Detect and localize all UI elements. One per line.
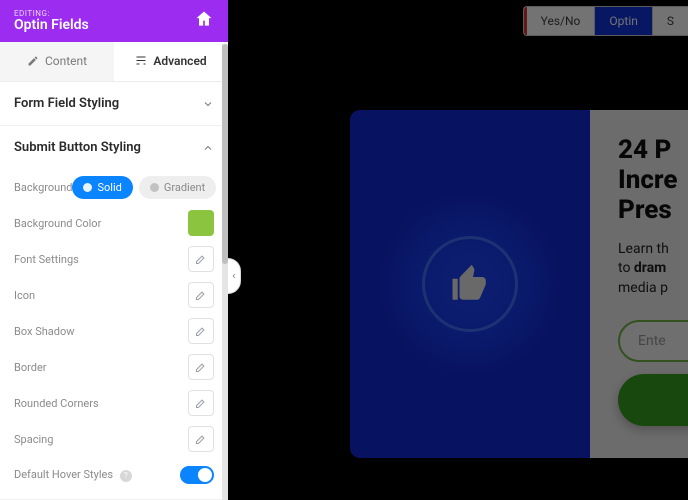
sidebar-tabs: Content Advanced <box>0 42 228 82</box>
edit-font-settings-button[interactable] <box>188 246 214 272</box>
edit-icon-button[interactable] <box>188 282 214 308</box>
thumbs-ring <box>422 236 518 332</box>
row-border: Border <box>14 349 214 385</box>
row-box-shadow: Box Shadow <box>14 313 214 349</box>
sidebar-header: EDITING: Optin Fields <box>0 0 228 42</box>
row-label: Background <box>14 181 72 194</box>
email-field[interactable]: Ente <box>618 320 688 362</box>
background-segmented: Solid Gradient <box>72 176 216 199</box>
row-icon: Icon <box>14 277 214 313</box>
row-rounded-corners: Rounded Corners <box>14 385 214 421</box>
tab-advanced-label: Advanced <box>153 54 206 68</box>
row-label: Spacing <box>14 433 53 446</box>
edit-box-shadow-button[interactable] <box>188 318 214 344</box>
row-label: Font Settings <box>14 253 79 266</box>
background-option-gradient[interactable]: Gradient <box>139 176 216 199</box>
step-tab-yesno[interactable]: Yes/No <box>524 7 596 35</box>
default-hover-styles-toggle[interactable] <box>180 466 214 484</box>
row-label: Default Hover Styles ? <box>14 468 132 482</box>
chevron-left-icon <box>230 271 238 281</box>
tab-advanced[interactable]: Advanced <box>114 42 228 81</box>
pencil-icon <box>195 397 207 409</box>
option-label: Gradient <box>164 181 205 194</box>
row-label: Rounded Corners <box>14 397 99 410</box>
row-label: Border <box>14 361 47 374</box>
step-tab-label: S <box>667 14 674 28</box>
pencil-icon <box>195 433 207 445</box>
row-background: Background Solid Gradient <box>14 169 214 205</box>
preview-canvas: Yes/No Optin S 24 P Incre Pres <box>228 0 688 500</box>
modal-title: 24 P Incre Pres <box>618 136 688 226</box>
modal-right-panel: 24 P Incre Pres Learn th to dram media p… <box>590 110 688 458</box>
step-tabs: Yes/No Optin S <box>523 6 688 36</box>
step-tab-optin[interactable]: Optin <box>595 7 652 35</box>
pencil-icon <box>195 325 207 337</box>
chevron-down-icon <box>202 98 214 110</box>
section-label: Submit Button Styling <box>14 140 141 155</box>
step-tab-label: Optin <box>609 14 637 28</box>
chevron-up-icon <box>202 142 214 154</box>
edit-rounded-corners-button[interactable] <box>188 390 214 416</box>
section-label: Form Field Styling <box>14 96 119 111</box>
pencil-icon <box>27 55 39 67</box>
row-label: Box Shadow <box>14 325 75 338</box>
background-option-solid[interactable]: Solid <box>72 176 132 199</box>
editor-sidebar: EDITING: Optin Fields Content Advanced F… <box>0 0 228 500</box>
section-head-submit-button-styling[interactable]: Submit Button Styling <box>0 126 228 169</box>
radio-dot-icon <box>150 183 159 192</box>
row-spacing: Spacing <box>14 421 214 457</box>
section-form-field-styling: Form Field Styling <box>0 82 228 126</box>
option-label: Solid <box>97 181 121 194</box>
row-default-hover-styles: Default Hover Styles ? <box>14 457 214 493</box>
background-color-swatch[interactable] <box>188 210 214 236</box>
tab-content[interactable]: Content <box>0 42 114 81</box>
radio-dot-icon <box>83 183 92 192</box>
section-submit-button-styling: Submit Button Styling Background Solid G… <box>0 126 228 500</box>
tab-content-label: Content <box>45 54 87 68</box>
step-tab-label: Yes/No <box>541 14 581 28</box>
step-tab-s[interactable]: S <box>653 7 688 35</box>
thumbs-up-icon <box>449 263 491 305</box>
help-icon[interactable]: ? <box>120 470 132 482</box>
row-font-settings: Font Settings <box>14 241 214 277</box>
pencil-icon <box>195 361 207 373</box>
row-background-color: Background Color <box>14 205 214 241</box>
edit-border-button[interactable] <box>188 354 214 380</box>
pencil-icon <box>195 289 207 301</box>
optin-modal-preview: 24 P Incre Pres Learn th to dram media p… <box>350 110 688 458</box>
submit-button[interactable] <box>618 374 688 426</box>
pencil-icon <box>195 253 207 265</box>
email-placeholder: Ente <box>638 333 666 349</box>
modal-body: Learn th to dram media p <box>618 240 688 299</box>
modal-left-panel <box>350 110 590 458</box>
sliders-icon <box>135 55 147 67</box>
home-icon[interactable] <box>194 9 214 33</box>
row-label: Icon <box>14 289 35 302</box>
editing-title: Optin Fields <box>14 18 89 33</box>
row-label: Background Color <box>14 217 101 230</box>
edit-spacing-button[interactable] <box>188 426 214 452</box>
section-head-form-field-styling[interactable]: Form Field Styling <box>0 82 228 125</box>
